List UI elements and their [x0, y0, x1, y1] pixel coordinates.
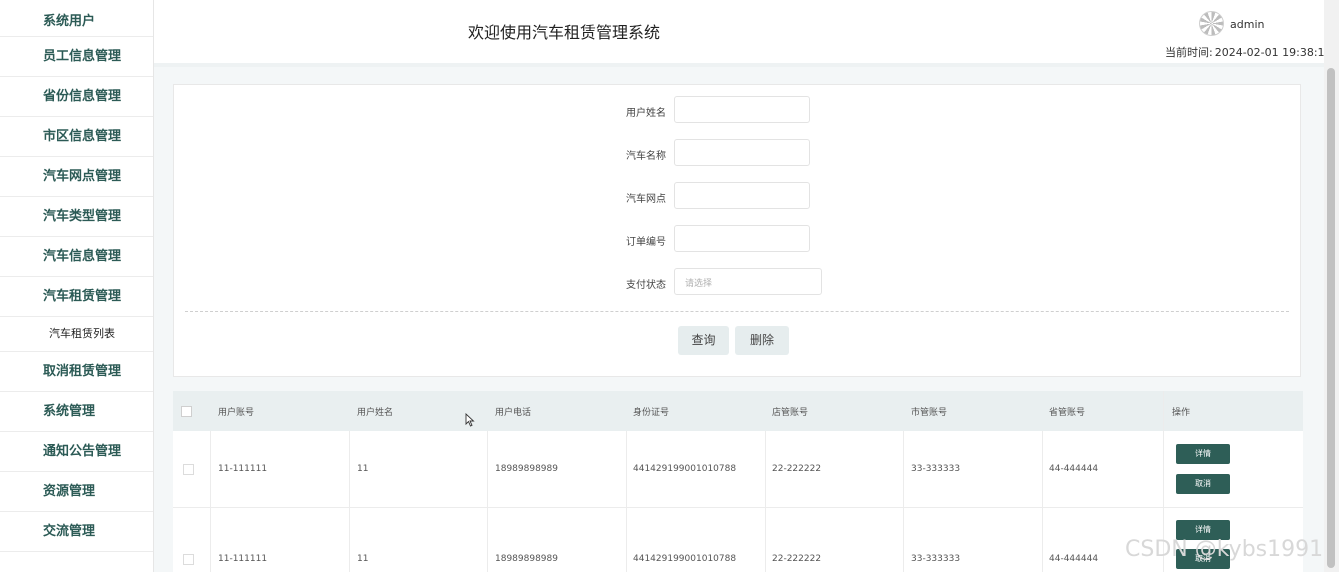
row-divider: [1164, 507, 1303, 508]
cell-province-account: 44-444444: [1049, 554, 1099, 564]
search-panel: 用户姓名 汽车名称 汽车网点 订单编号 支付状态 请选择 查询 删除: [173, 84, 1301, 377]
cell-store-account: 22-222222: [772, 554, 822, 564]
current-time-label: 当前时间:: [1165, 46, 1213, 59]
field-label-car-name: 汽车名称: [626, 151, 666, 162]
sidebar-item-outlet[interactable]: 汽车网点管理: [0, 157, 153, 197]
sidebar-item-car-type[interactable]: 汽车类型管理: [0, 197, 153, 237]
th-city-account: 市管账号: [911, 408, 948, 418]
delete-button[interactable]: 删除: [735, 326, 789, 355]
sidebar-item-resource[interactable]: 资源管理: [0, 472, 153, 512]
row-checkbox[interactable]: [183, 554, 194, 565]
field-label-user-name: 用户姓名: [626, 108, 666, 119]
cell-id-number: 441429199001010788: [633, 554, 737, 564]
sidebar-item-notice[interactable]: 通知公告管理: [0, 432, 153, 472]
cell-user-phone: 18989898989: [495, 464, 558, 474]
sidebar-item-employee[interactable]: 员工信息管理: [0, 37, 153, 77]
cell-store-account: 22-222222: [772, 464, 822, 474]
sidebar-item-car-info[interactable]: 汽车信息管理: [0, 237, 153, 277]
pay-status-placeholder: 请选择: [685, 279, 713, 289]
order-no-input[interactable]: [674, 225, 810, 252]
username[interactable]: admin: [1230, 18, 1264, 31]
sidebar-item-province[interactable]: 省份信息管理: [0, 77, 153, 117]
detail-button[interactable]: 详情: [1176, 444, 1230, 464]
mouse-cursor-icon: [465, 413, 475, 427]
sidebar-subitem-rental-list[interactable]: 汽车租赁列表: [0, 317, 153, 352]
sidebar-item-cancel-rental[interactable]: 取消租赁管理: [0, 352, 153, 392]
sidebar-item-rental[interactable]: 汽车租赁管理: [0, 277, 153, 317]
th-operations: 操作: [1172, 408, 1191, 418]
cell-province-account: 44-444444: [1049, 464, 1099, 474]
watermark: CSDN @kybs1991: [1125, 537, 1324, 562]
sidebar-item-city[interactable]: 市区信息管理: [0, 117, 153, 157]
th-user-account: 用户账号: [218, 408, 255, 418]
row-checkbox[interactable]: [183, 464, 194, 475]
current-time-value: 2024-02-01 19:38:13: [1214, 46, 1332, 59]
field-label-pay-status: 支付状态: [626, 280, 666, 291]
th-store-account: 店管账号: [772, 408, 809, 418]
cell-user-account: 11-111111: [218, 464, 268, 474]
th-user-phone: 用户电话: [495, 408, 532, 418]
scrollbar-thumb[interactable]: [1327, 68, 1335, 568]
cell-user-name: 11: [357, 464, 369, 474]
user-name-input[interactable]: [674, 96, 810, 123]
query-button[interactable]: 查询: [678, 326, 729, 355]
page-title: 欢迎使用汽车租赁管理系统: [468, 23, 661, 42]
sidebar-item-exchange[interactable]: 交流管理: [0, 512, 153, 552]
page-scrollbar[interactable]: [1324, 0, 1339, 572]
field-label-order-no: 订单编号: [626, 237, 666, 248]
th-province-account: 省管账号: [1049, 408, 1086, 418]
cell-user-account: 11-111111: [218, 554, 268, 564]
current-time: 当前时间: 2024-02-01 19:38:13: [1165, 44, 1332, 60]
cell-user-name: 11: [357, 554, 369, 564]
select-all-checkbox[interactable]: [181, 406, 192, 417]
sidebar: 系统用户 员工信息管理 省份信息管理 市区信息管理 汽车网点管理 汽车类型管理 …: [0, 0, 154, 572]
sidebar-item-system-users[interactable]: 系统用户: [0, 8, 153, 37]
divider: [185, 311, 1289, 312]
sidebar-item-system[interactable]: 系统管理: [0, 392, 153, 432]
avatar-icon[interactable]: [1199, 11, 1224, 36]
th-id-number: 身份证号: [633, 408, 670, 418]
header: 欢迎使用汽车租赁管理系统 admin 当前时间: 2024-02-01 19:38…: [154, 0, 1332, 67]
th-user-name: 用户姓名: [357, 408, 394, 418]
pay-status-select[interactable]: 请选择: [674, 268, 822, 295]
outlet-input[interactable]: [674, 182, 810, 209]
cell-city-account: 33-333333: [911, 464, 961, 474]
cancel-button[interactable]: 取消: [1176, 474, 1230, 494]
table-row: 11-111111 11 18989898989 441429199001010…: [173, 431, 1303, 508]
field-label-outlet: 汽车网点: [626, 194, 666, 205]
car-name-input[interactable]: [674, 139, 810, 166]
table-header: 用户账号 用户姓名 用户电话 身份证号 店管账号 市管账号 省管账号: [173, 391, 1303, 431]
cell-id-number: 441429199001010788: [633, 464, 737, 474]
cell-city-account: 33-333333: [911, 554, 961, 564]
cell-user-phone: 18989898989: [495, 554, 558, 564]
